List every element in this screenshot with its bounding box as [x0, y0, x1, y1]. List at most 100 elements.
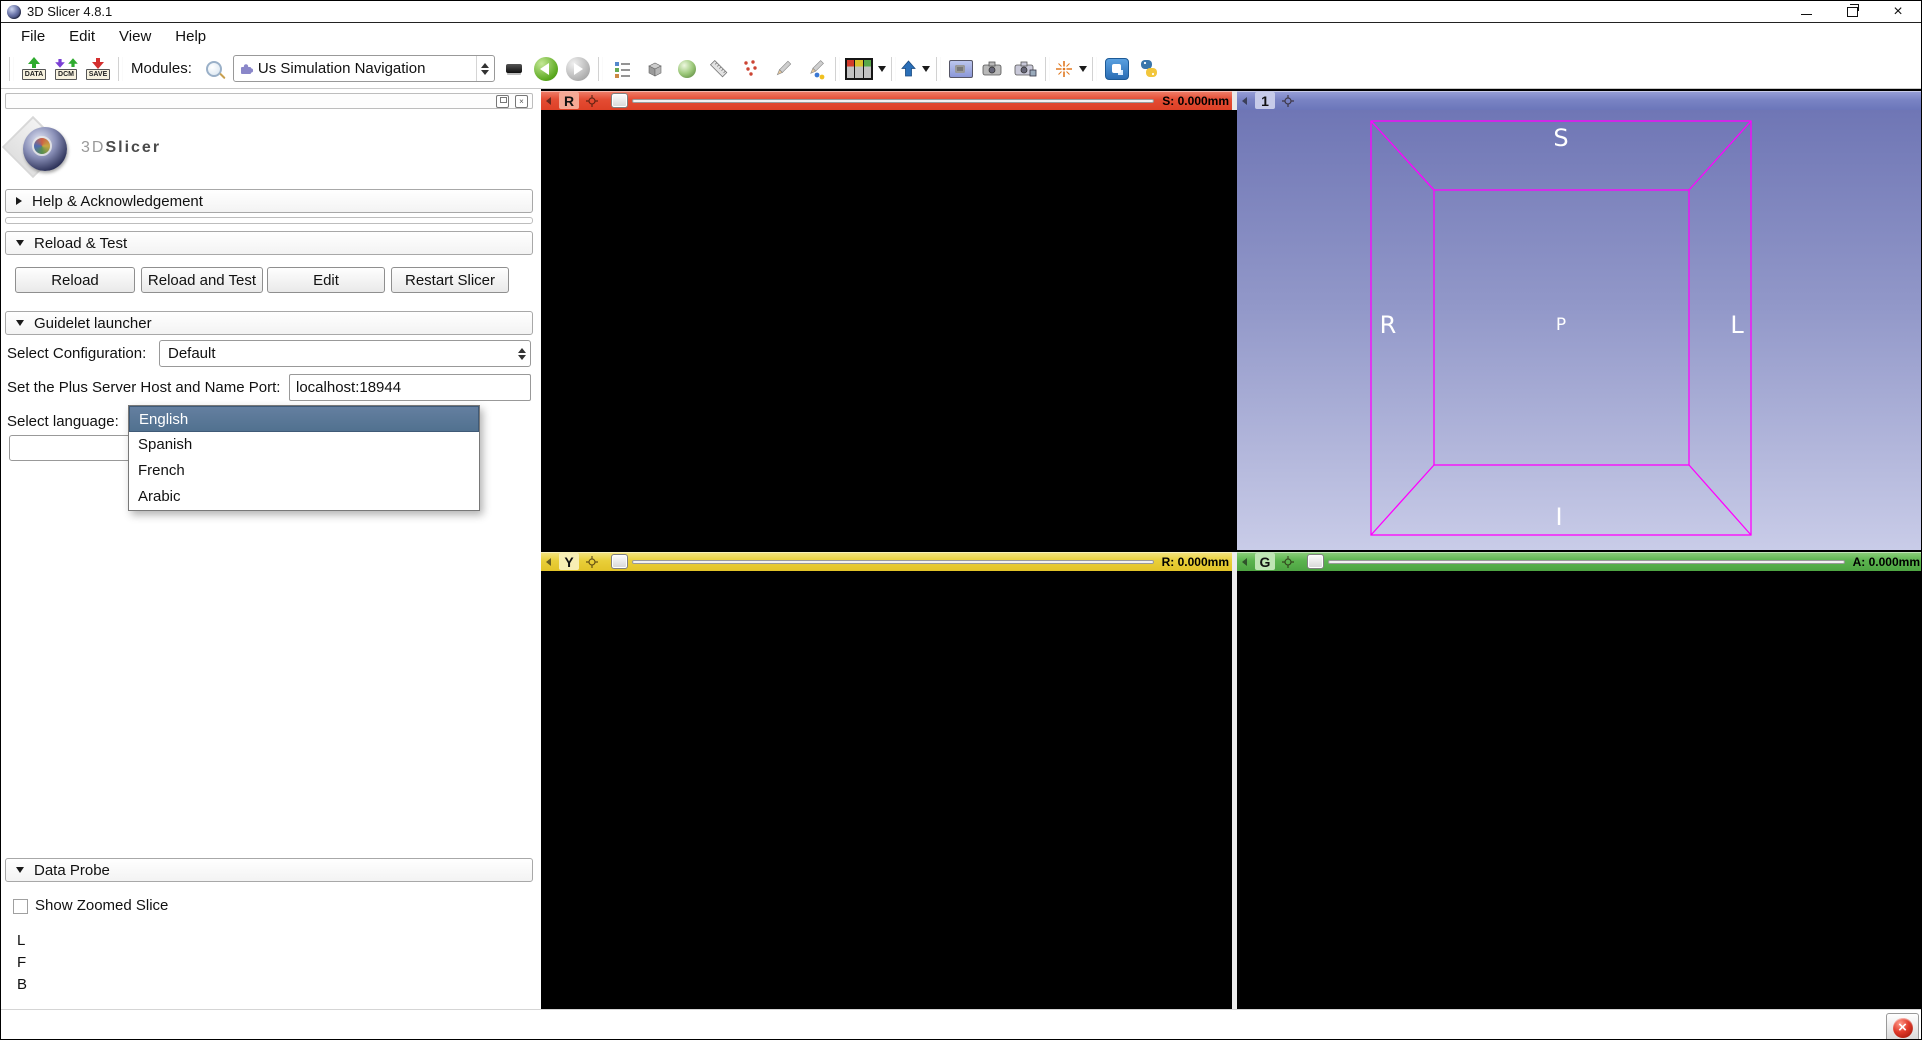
reload-button[interactable]: Reload	[15, 267, 135, 293]
restore-button[interactable]	[1829, 1, 1875, 22]
orientation-letter-right: R	[1380, 311, 1397, 339]
server-input[interactable]	[289, 374, 531, 401]
toolbar-grip	[835, 57, 840, 81]
menu-edit[interactable]: Edit	[57, 25, 107, 48]
float-panel-button[interactable]	[496, 95, 509, 108]
orientation-letter-superior: S	[1553, 124, 1568, 152]
restart-slicer-button[interactable]: Restart Slicer	[391, 267, 509, 293]
collapse-controller-icon[interactable]	[546, 558, 551, 566]
slice-slider-handle[interactable]	[1307, 554, 1324, 569]
collapse-controller-icon[interactable]	[546, 97, 551, 105]
spinner-icon	[513, 341, 530, 366]
layout-button[interactable]	[845, 53, 886, 85]
close-button[interactable]: ×	[1875, 1, 1921, 22]
error-log-button[interactable]: ×	[1886, 1013, 1919, 1040]
modules-combobox[interactable]: Us Simulation Navigation	[233, 55, 495, 82]
place-point-button[interactable]	[901, 53, 931, 85]
menu-view[interactable]: View	[107, 25, 163, 48]
slice-slider-groove[interactable]	[632, 560, 1154, 564]
reload-and-test-button[interactable]: Reload and Test	[141, 267, 263, 293]
language-combobox-partial[interactable]	[9, 435, 131, 461]
green-slice-viewport[interactable]	[1237, 571, 1922, 1009]
toolbar-grip	[891, 57, 896, 81]
yellow-view-label[interactable]: Y	[559, 553, 579, 570]
measurements-button[interactable]	[704, 53, 734, 85]
slice-slider-groove[interactable]	[1328, 560, 1845, 564]
threed-view-label[interactable]: 1	[1255, 92, 1275, 109]
language-option-french[interactable]: French	[129, 458, 479, 484]
help-section-header[interactable]: Help & Acknowledgement	[5, 189, 533, 213]
save-icon: SAVE	[84, 57, 112, 80]
crosshair-button[interactable]	[1055, 53, 1087, 85]
minimize-button[interactable]	[1783, 1, 1829, 22]
models-sphere-icon	[678, 60, 696, 78]
red-slice-controller: R S: 0.000mm	[541, 91, 1232, 110]
load-data-button[interactable]: DATA	[19, 53, 49, 85]
toolbar-grip	[936, 57, 941, 81]
guidelet-section-title: Guidelet launcher	[34, 315, 152, 332]
layout-grid-icon	[845, 58, 873, 80]
scene-view-button[interactable]	[978, 53, 1008, 85]
red-slice-viewport[interactable]	[541, 110, 1232, 550]
pin-icon[interactable]	[1282, 95, 1294, 107]
save-button[interactable]: SAVE	[83, 53, 113, 85]
collapse-controller-icon[interactable]	[1242, 558, 1247, 566]
pin-icon[interactable]	[586, 556, 598, 568]
subject-hierarchy-button[interactable]	[608, 53, 638, 85]
pin-icon[interactable]	[1282, 556, 1294, 568]
view-splitter[interactable]	[1232, 91, 1237, 110]
config-combobox[interactable]: Default	[159, 340, 531, 367]
threed-view-controller: 1	[1237, 91, 1922, 110]
slice-slider-handle[interactable]	[611, 93, 628, 108]
toolbar-grip	[118, 57, 123, 81]
collapse-controller-icon[interactable]	[1242, 97, 1247, 105]
volumes-button[interactable]	[640, 53, 670, 85]
screenshot-button[interactable]	[946, 53, 976, 85]
modules-label: Modules:	[131, 60, 192, 77]
markup-pencil-button[interactable]	[800, 53, 830, 85]
menu-file[interactable]: File	[9, 25, 57, 48]
module-back-button[interactable]	[531, 53, 561, 85]
language-option-arabic[interactable]: Arabic	[129, 484, 479, 510]
extensions-button[interactable]	[1102, 53, 1132, 85]
orientation-letter-left: L	[1730, 311, 1743, 339]
green-view-label[interactable]: G	[1255, 553, 1275, 570]
show-zoomed-slice-checkbox[interactable]	[13, 899, 28, 914]
dataprobe-section-header[interactable]: Data Probe	[5, 858, 533, 882]
guidelet-section-header[interactable]: Guidelet launcher	[5, 311, 533, 335]
view-layout-area: R S: 0.000mm 1 S	[541, 89, 1922, 1009]
ruler-icon	[708, 58, 730, 80]
screenshot-icon	[949, 60, 973, 78]
forward-arrow-icon	[566, 57, 590, 81]
menu-help[interactable]: Help	[163, 25, 218, 48]
collapse-arrow-icon	[16, 240, 24, 246]
collapse-arrow-icon	[16, 320, 24, 326]
camera-restore-icon	[1013, 60, 1037, 77]
fiducials-button[interactable]	[736, 53, 766, 85]
language-option-english[interactable]: English	[129, 406, 479, 432]
python-console-button[interactable]	[1134, 53, 1164, 85]
language-option-spanish[interactable]: Spanish	[129, 432, 479, 458]
editor-button[interactable]	[768, 53, 798, 85]
module-forward-button[interactable]	[563, 53, 593, 85]
slice-slider-handle[interactable]	[611, 554, 628, 569]
extensions-icon	[1105, 58, 1129, 80]
close-panel-button[interactable]: ×	[515, 95, 528, 108]
threed-viewport[interactable]: S R P L I	[1237, 110, 1922, 550]
probe-row-f: F	[17, 954, 26, 971]
slice-slider-groove[interactable]	[632, 99, 1154, 103]
models-button[interactable]	[672, 53, 702, 85]
pin-icon[interactable]	[586, 95, 598, 107]
module-history-button[interactable]	[499, 53, 529, 85]
app-icon	[7, 5, 21, 19]
camera-icon	[981, 60, 1005, 77]
edit-button[interactable]: Edit	[267, 267, 385, 293]
yellow-slice-viewport[interactable]	[541, 571, 1232, 1009]
dicom-button[interactable]: DCM	[51, 53, 81, 85]
red-view-label[interactable]: R	[559, 92, 579, 109]
status-bar: ×	[1, 1009, 1921, 1040]
up-arrow-icon	[901, 60, 916, 77]
reload-section-header[interactable]: Reload & Test	[5, 231, 533, 255]
module-search-button[interactable]	[199, 53, 229, 85]
scene-view-restore-button[interactable]	[1010, 53, 1040, 85]
